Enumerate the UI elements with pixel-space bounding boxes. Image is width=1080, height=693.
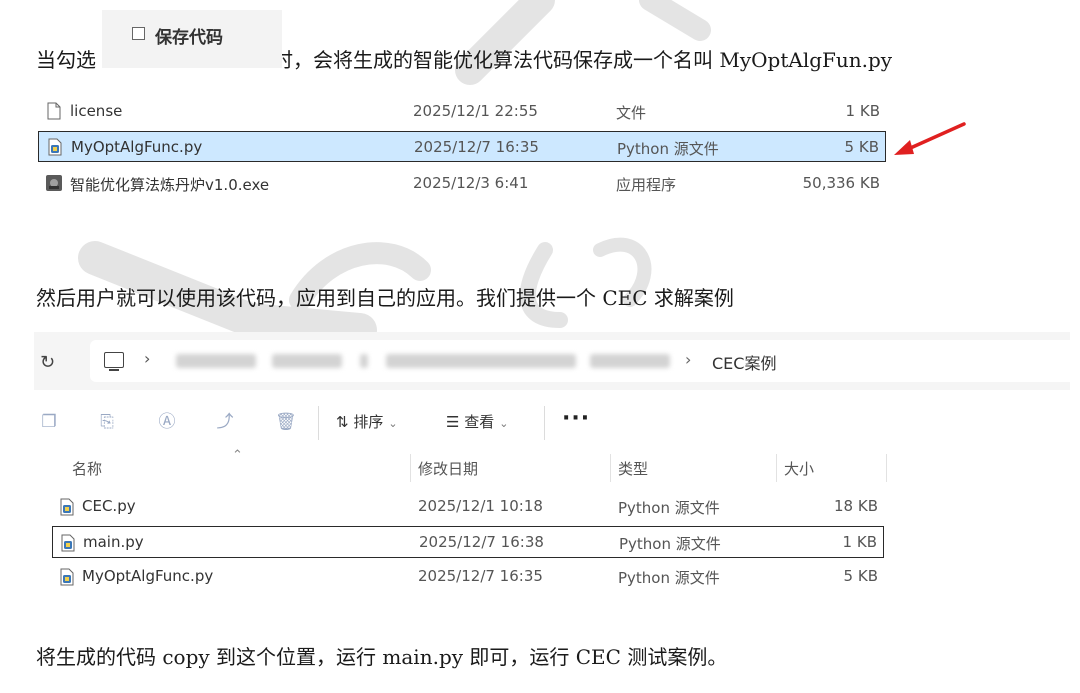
file-date: 2025/12/7 16:35	[414, 138, 539, 156]
file-date: 2025/12/1 10:18	[418, 497, 543, 515]
blurred-path-segment	[590, 354, 670, 368]
explorer-toolbar: ❐ ⎘ Ⓐ ⤴ 🗑 ⇅ 排序 ⌄ ☰ 查看 ⌄ ···	[34, 398, 1070, 448]
usage-paragraph: 然后用户就可以使用该代码，应用到自己的应用。我们提供一个 CEC 求解案例	[36, 286, 734, 310]
file-name: main.py	[83, 533, 144, 551]
file-name: MyOptAlgFunc.py	[71, 138, 203, 156]
view-label: 查看	[464, 413, 495, 431]
file-date: 2025/12/1 22:55	[413, 102, 538, 120]
refresh-icon[interactable]: ↻	[40, 352, 55, 373]
column-header-type[interactable]: 类型	[618, 458, 648, 479]
chevron-down-icon: ⌄	[499, 417, 509, 430]
column-divider	[410, 454, 411, 482]
save-code-label: 保存代码	[155, 28, 223, 48]
file-size: 1 KB	[845, 102, 880, 120]
red-arrow-icon	[894, 122, 966, 155]
address-path[interactable]: › › CEC案例	[90, 340, 1070, 382]
view-button[interactable]: ☰ 查看 ⌄	[446, 411, 508, 432]
file-type: Python 源文件	[618, 569, 720, 587]
rename-icon[interactable]: Ⓐ	[158, 412, 176, 432]
more-options-button[interactable]: ···	[562, 406, 590, 431]
file-size: 1 KB	[842, 533, 877, 551]
instruction-paragraph: 将生成的代码 copy 到这个位置，运行 main.py 即可，运行 CEC 测…	[36, 645, 728, 669]
file-row[interactable]: 智能优化算法炼丹炉v1.0.exe 2025/12/3 6:41 应用程序 50…	[38, 168, 886, 199]
share-icon[interactable]: ⤴	[216, 412, 234, 432]
file-explorer-screenshot: ↻ › › CEC案例 ❐ ⎘ Ⓐ ⤴ 🗑 ⇅ 排序 ⌄ ☰ 查看 ⌄ ··· ⌃ …	[34, 332, 1070, 604]
file-size: 50,336 KB	[802, 174, 880, 192]
python-file-icon	[60, 568, 74, 586]
python-file-icon	[60, 498, 74, 516]
file-name: CEC.py	[82, 497, 136, 515]
file-row[interactable]: MyOptAlgFunc.py 2025/12/7 16:35 Python 源…	[52, 561, 884, 593]
sort-caret-icon: ⌃	[232, 448, 243, 463]
blurred-path-segment	[272, 354, 342, 368]
blurred-path-segment	[386, 354, 576, 368]
chevron-right-icon: ›	[144, 349, 151, 368]
paragraph-text-before: 当勾选	[36, 48, 96, 72]
file-type: Python 源文件	[618, 499, 720, 517]
file-type: Python 源文件	[617, 140, 719, 158]
file-size: 18 KB	[834, 497, 878, 515]
column-headers: ⌃ 名称 修改日期 类型 大小	[34, 448, 1070, 482]
exe-app-icon	[46, 175, 62, 191]
save-code-snippet: 保存代码	[102, 10, 282, 68]
file-row[interactable]: CEC.py 2025/12/1 10:18 Python 源文件 18 KB	[52, 491, 884, 523]
computer-icon	[104, 352, 124, 371]
file-size: 5 KB	[843, 567, 878, 585]
file-row-focused[interactable]: main.py 2025/12/7 16:38 Python 源文件 1 KB	[52, 526, 884, 558]
file-date: 2025/12/7 16:35	[418, 567, 543, 585]
file-name: license	[70, 102, 123, 120]
paragraph-text-after: 时，会将生成的智能优化算法代码保存成一个名叫 MyOptAlgFun.py	[273, 48, 893, 72]
file-name: MyOptAlgFunc.py	[82, 567, 214, 585]
copy-icon[interactable]: ❐	[40, 412, 58, 432]
file-type: 文件	[616, 104, 647, 122]
python-file-icon	[48, 138, 62, 156]
breadcrumb-separator: ›	[685, 350, 692, 369]
file-date: 2025/12/7 16:38	[419, 533, 544, 551]
file-name: 智能优化算法炼丹炉v1.0.exe	[70, 176, 270, 194]
column-header-date[interactable]: 修改日期	[418, 458, 478, 479]
document-icon	[47, 102, 61, 120]
toolbar-divider	[544, 406, 545, 440]
column-divider	[886, 454, 887, 482]
column-header-size[interactable]: 大小	[784, 458, 814, 479]
file-date: 2025/12/3 6:41	[413, 174, 529, 192]
file-type: Python 源文件	[619, 535, 721, 553]
file-row-selected[interactable]: MyOptAlgFunc.py 2025/12/7 16:35 Python 源…	[38, 131, 886, 162]
sort-icon: ⇅	[336, 413, 349, 431]
chevron-down-icon: ⌄	[388, 417, 398, 430]
sort-button[interactable]: ⇅ 排序 ⌄	[336, 411, 398, 432]
column-divider	[776, 454, 777, 482]
paste-icon[interactable]: ⎘	[98, 412, 116, 432]
delete-icon[interactable]: 🗑	[275, 412, 297, 432]
view-icon: ☰	[446, 413, 460, 431]
save-code-checkbox[interactable]	[132, 27, 145, 40]
address-bar: ↻ › › CEC案例	[34, 332, 1070, 390]
file-type: 应用程序	[616, 176, 677, 194]
toolbar-divider	[318, 406, 319, 440]
blurred-path-segment	[176, 354, 256, 368]
file-size: 5 KB	[844, 138, 879, 156]
python-file-icon	[61, 534, 75, 552]
column-divider	[610, 454, 611, 482]
column-header-name[interactable]: 名称	[72, 458, 102, 479]
sort-label: 排序	[353, 413, 384, 431]
breadcrumb-current[interactable]: CEC案例	[712, 350, 776, 374]
file-row[interactable]: license 2025/12/1 22:55 文件 1 KB	[38, 96, 886, 127]
blurred-path-segment	[360, 354, 368, 368]
